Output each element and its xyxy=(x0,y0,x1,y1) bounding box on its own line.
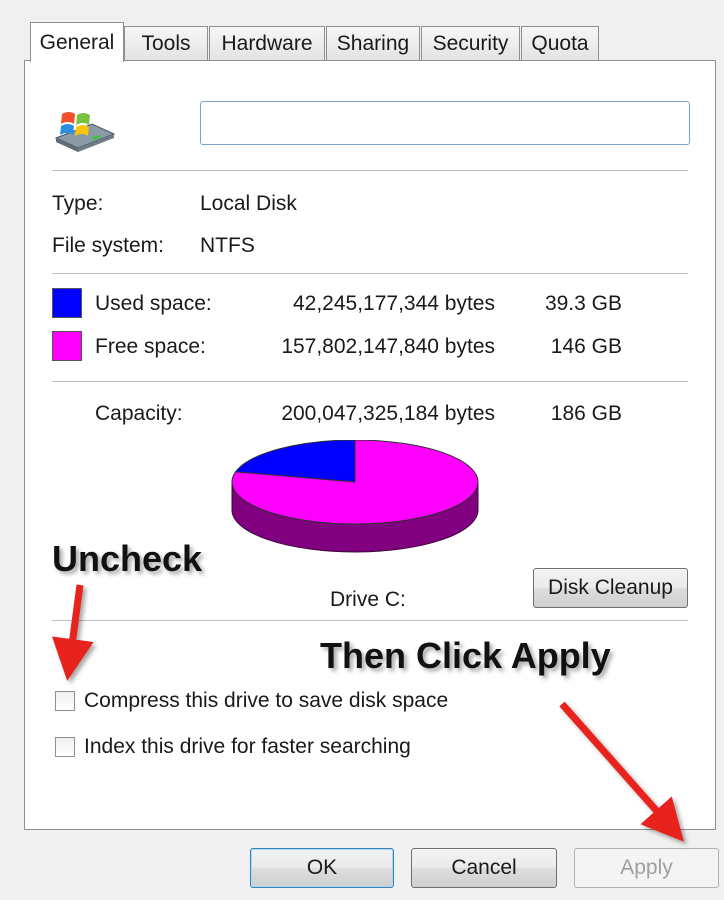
arrow-to-compress-checkbox xyxy=(51,584,94,681)
tab-general[interactable]: General xyxy=(30,22,124,62)
tab-label: General xyxy=(39,31,115,54)
arrow-to-apply-button xyxy=(559,701,684,842)
red-arrow-annotations xyxy=(51,584,684,842)
